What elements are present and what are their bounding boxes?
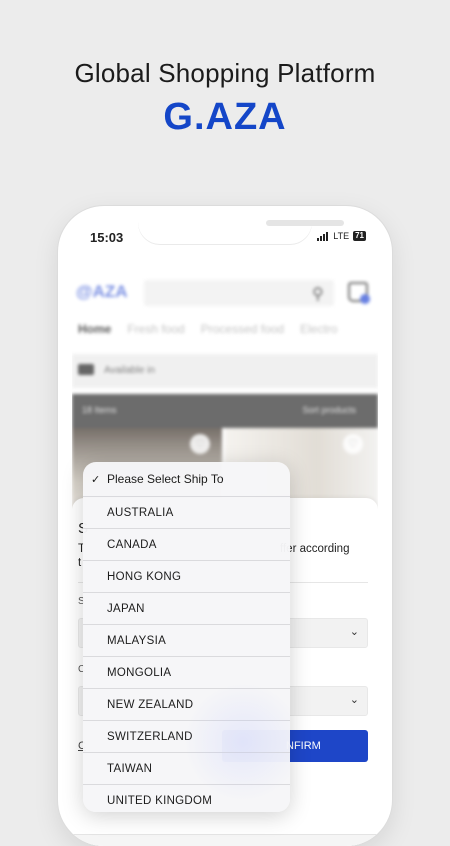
battery-icon: 71 xyxy=(353,231,366,241)
dropdown-option-mongolia[interactable]: MONGOLIA xyxy=(83,657,290,689)
app-logo: @AZA xyxy=(76,282,128,301)
checkmark-icon: ✓ xyxy=(91,473,101,486)
items-count: 18 Items xyxy=(82,405,117,415)
items-toolbar: 18 Items Sort products xyxy=(72,394,378,428)
network-label: LTE xyxy=(333,231,350,241)
signal-icon xyxy=(317,231,329,241)
dropdown-option-australia[interactable]: AUSTRALIA xyxy=(83,497,290,529)
availability-label: Available in xyxy=(104,365,155,376)
truck-icon xyxy=(78,364,94,375)
chevron-down-icon: ⌄ xyxy=(349,626,359,638)
search-icon[interactable]: ⚲ xyxy=(312,284,324,304)
dropdown-header-label: Please Select Ship To xyxy=(107,472,224,486)
dropdown-header[interactable]: ✓ Please Select Ship To xyxy=(83,462,290,497)
status-time: 15:03 xyxy=(90,230,124,245)
dropdown-option-united-kingdom[interactable]: UNITED KINGDOM xyxy=(83,785,290,812)
status-indicators: LTE 71 xyxy=(317,231,366,241)
bottom-bar: → xyxy=(72,834,378,846)
dropdown-option-canada[interactable]: CANADA xyxy=(83,529,290,561)
ship-to-dropdown: ✓ Please Select Ship To AUSTRALIA CANADA… xyxy=(83,462,290,812)
availability-bar[interactable]: Available in xyxy=(72,354,378,388)
arrow-right-icon[interactable]: → xyxy=(348,841,360,846)
dropdown-option-hong-kong[interactable]: HONG KONG xyxy=(83,561,290,593)
chevron-down-icon: ⌄ xyxy=(349,694,359,706)
cart-badge xyxy=(360,294,370,304)
app-header: @AZA ⚲ xyxy=(72,276,378,310)
promo-brand: G.AZA xyxy=(163,96,287,138)
speaker-grille xyxy=(266,220,344,226)
tab-fresh-food[interactable]: Fresh food xyxy=(127,322,184,336)
dropdown-option-new-zealand[interactable]: NEW ZEALAND xyxy=(83,689,290,721)
dropdown-option-taiwan[interactable]: TAIWAN xyxy=(83,753,290,785)
sheet-description-tail: ffer according xyxy=(280,543,350,555)
tab-processed-food[interactable]: Processed food xyxy=(201,322,284,336)
heart-icon[interactable]: ♡ xyxy=(190,434,210,454)
category-tabs: Home Fresh food Processed food Electro xyxy=(78,322,337,336)
dropdown-option-japan[interactable]: JAPAN xyxy=(83,593,290,625)
search-input[interactable] xyxy=(144,280,334,306)
heart-icon[interactable]: ♡ xyxy=(343,434,363,454)
sort-products-button[interactable]: Sort products xyxy=(302,405,356,415)
promo-headline: Global Shopping Platform xyxy=(74,58,376,88)
dropdown-option-malaysia[interactable]: MALAYSIA xyxy=(83,625,290,657)
confirm-label: NFIRM xyxy=(286,740,321,752)
tab-home[interactable]: Home xyxy=(78,322,111,336)
dropdown-option-switzerland[interactable]: SWITZERLAND xyxy=(83,721,290,753)
phone-notch xyxy=(138,206,344,244)
tab-electronics[interactable]: Electro xyxy=(300,322,337,336)
